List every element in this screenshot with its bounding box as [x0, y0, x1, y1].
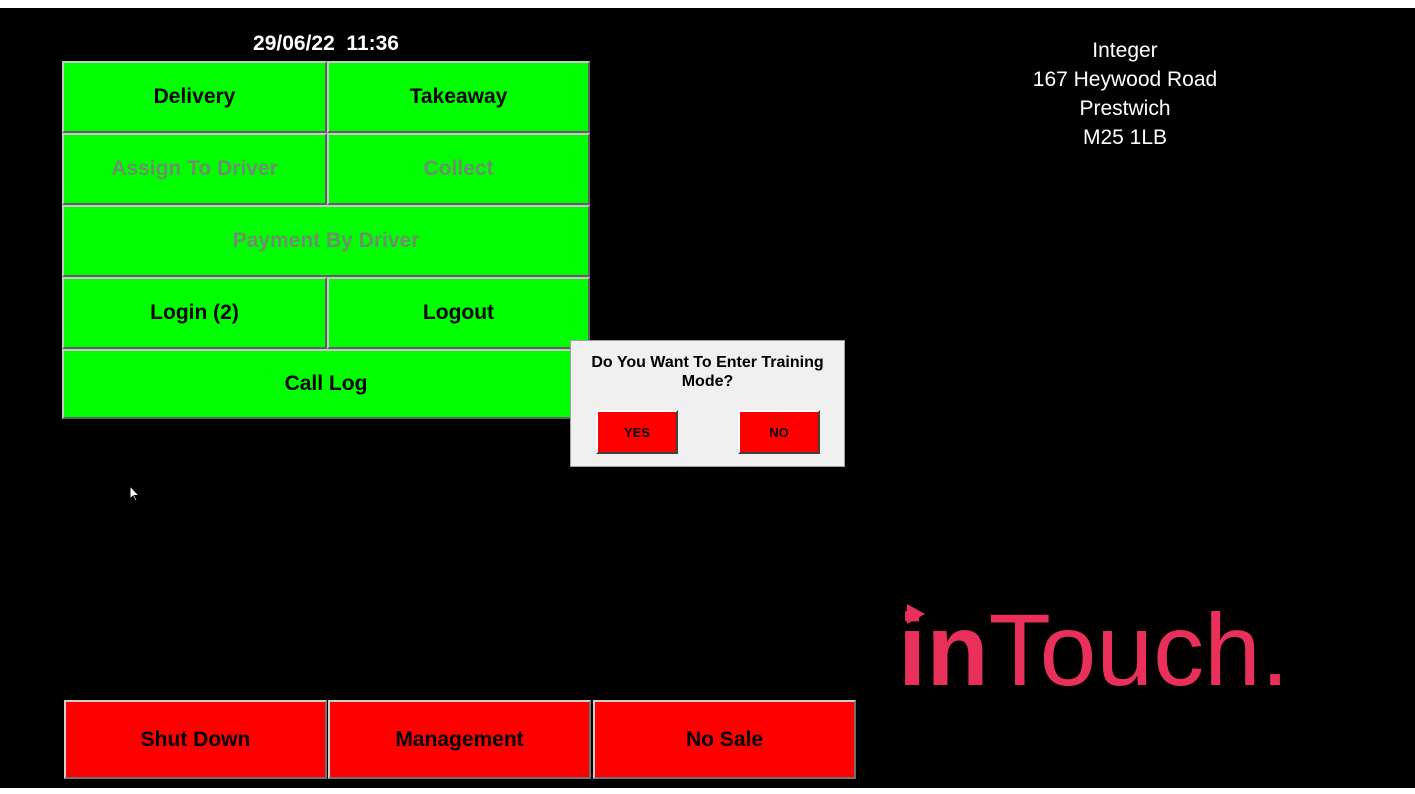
yes-button[interactable]: YES	[596, 410, 678, 454]
store-town: Prestwich	[1079, 97, 1171, 120]
payment-by-driver-button[interactable]: Payment By Driver	[62, 205, 590, 277]
logo-light-text: Touch.	[988, 593, 1290, 707]
intouch-logo: inTouch.	[898, 590, 1289, 710]
assign-to-driver-button[interactable]: Assign To Driver	[62, 133, 327, 205]
collect-button[interactable]: Collect	[327, 133, 590, 205]
shut-down-button[interactable]: Shut Down	[64, 700, 327, 779]
store-name: Integer	[1092, 39, 1158, 62]
dialog-message: Do You Want To Enter Training Mode?	[591, 354, 824, 390]
store-address: Integer 167 Heywood Road Prestwich M25 1…	[980, 36, 1270, 152]
date-time-display: 29/06/22 11:36	[253, 32, 399, 55]
logo-bold-text: in	[898, 593, 989, 707]
delivery-button[interactable]: Delivery	[62, 61, 327, 133]
store-postcode: M25 1LB	[1082, 126, 1168, 149]
no-sale-button[interactable]: No Sale	[593, 700, 856, 779]
mouse-cursor-icon	[129, 485, 141, 502]
call-log-button[interactable]: Call Log	[62, 349, 590, 419]
no-button[interactable]: NO	[738, 410, 820, 454]
logout-button[interactable]: Logout	[327, 277, 590, 349]
takeaway-button[interactable]: Takeaway	[327, 61, 590, 133]
login-button[interactable]: Login (2)	[62, 277, 327, 349]
store-street: 167 Heywood Road	[1032, 68, 1218, 91]
pos-screen: 29/06/22 11:36 Delivery Takeaway Assign …	[0, 8, 1415, 788]
management-button[interactable]: Management	[328, 700, 591, 779]
training-mode-dialog: Do You Want To Enter Training Mode? YES …	[570, 340, 845, 467]
